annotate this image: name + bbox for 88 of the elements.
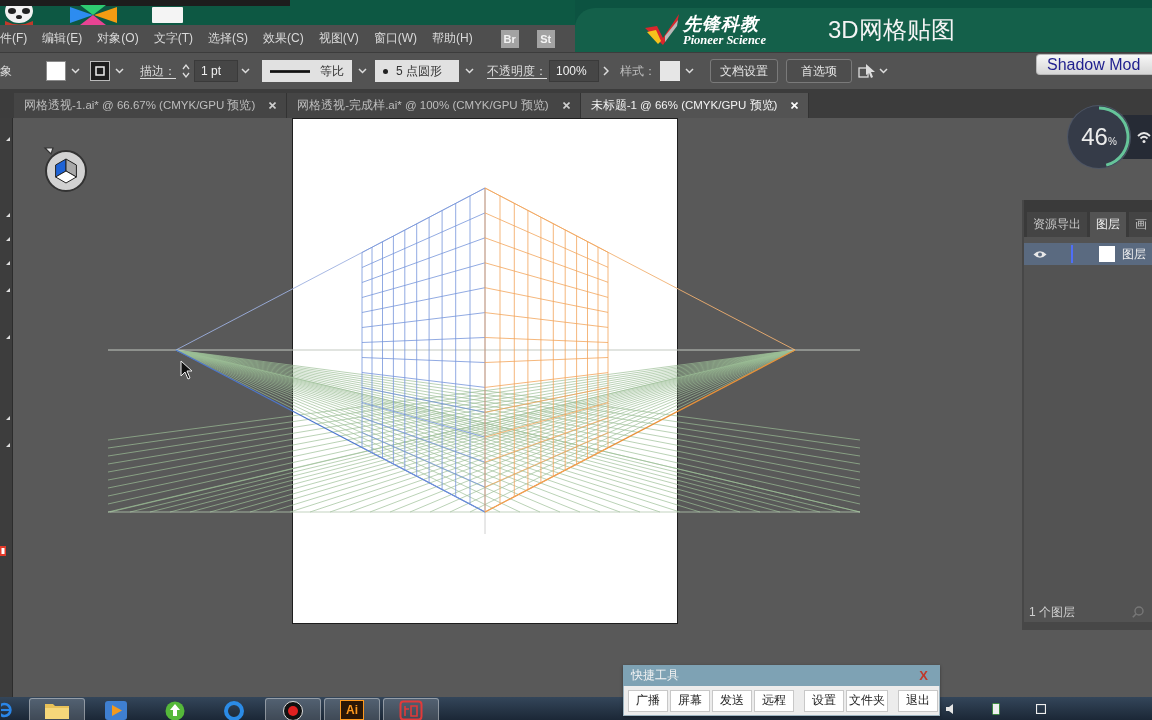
close-icon[interactable] <box>269 102 277 109</box>
chevron-right-icon[interactable] <box>603 66 609 76</box>
wifi-icon <box>1137 131 1151 143</box>
arrange-icon[interactable] <box>858 63 876 79</box>
menu-item[interactable]: 窗口(W) <box>373 30 417 47</box>
triangle-icon[interactable] <box>6 137 10 141</box>
banner-title: 3D网格贴图 <box>827 15 955 45</box>
tool-button[interactable]: 远程 <box>754 689 794 712</box>
speaker-icon[interactable] <box>946 703 956 714</box>
toolbar-button[interactable]: 首选项 <box>786 59 852 83</box>
document-tab[interactable]: 未标题-1 @ 66% (CMYK/GPU 预览) <box>580 93 810 118</box>
opacity-label[interactable]: 不透明度： <box>487 62 547 80</box>
caret-icon[interactable] <box>115 68 124 74</box>
ring-icon <box>223 700 245 720</box>
document-tab[interactable]: 网格透视-完成样.ai* @ 100% (CMYK/GPU 预览) <box>287 93 581 118</box>
seal-icon <box>399 700 423 720</box>
stroke-swatch[interactable] <box>90 61 110 81</box>
panel-tab[interactable]: 资源导出 <box>1027 212 1087 237</box>
tile-icon[interactable] <box>152 7 183 23</box>
taskbar-button[interactable] <box>265 698 321 720</box>
triangle-icon[interactable] <box>6 335 10 339</box>
fill-swatch[interactable] <box>46 61 66 81</box>
style-label: 样式： <box>620 62 656 80</box>
browser-icon <box>1 700 13 720</box>
app-icon: Ai <box>340 700 364 720</box>
brush-dropdown[interactable]: 5 点圆形 <box>375 60 459 82</box>
menu-item[interactable]: 文字(T) <box>153 30 193 47</box>
caret-icon[interactable] <box>71 68 80 74</box>
opacity-field[interactable]: 100% <box>549 60 599 82</box>
menu-item[interactable]: 效果(C) <box>263 30 304 47</box>
triangle-icon[interactable] <box>6 416 10 420</box>
menu-item[interactable]: 视图(V) <box>318 30 359 47</box>
window-title: 快捷工具 <box>631 667 679 684</box>
gauge-unit: % <box>1107 135 1117 147</box>
close-icon[interactable] <box>562 102 570 109</box>
tool-button[interactable]: 屏幕 <box>670 689 710 712</box>
eye-icon[interactable] <box>1033 249 1047 259</box>
tool-button[interactable]: 设置 <box>804 689 844 712</box>
caret-icon[interactable] <box>879 68 888 74</box>
menu-item[interactable]: 对象(O) <box>97 30 139 47</box>
triangle-icon[interactable] <box>6 443 10 447</box>
triangle-icon[interactable] <box>6 261 10 265</box>
selection-label: 象 <box>0 62 12 80</box>
style-swatch[interactable] <box>660 61 680 81</box>
cube-widget-icon[interactable] <box>42 145 88 193</box>
mode-button[interactable]: Shadow Mod <box>1036 54 1152 75</box>
menu-item[interactable]: 件(F) <box>0 30 28 47</box>
stroke-profile-dropdown[interactable]: 等比 <box>262 60 352 82</box>
phone-icon[interactable] <box>992 702 1000 715</box>
triangle-icon[interactable] <box>6 237 10 241</box>
brand-tagline: Pioneer Science <box>683 33 766 47</box>
swatch-icon[interactable] <box>0 546 6 556</box>
tool-button[interactable]: 广播 <box>628 689 668 712</box>
layer-count: 1 个图层 <box>1029 603 1075 621</box>
panel-tab[interactable]: 图层 <box>1090 212 1126 237</box>
window-icon[interactable] <box>1036 703 1046 714</box>
check-logo-icon <box>645 14 681 46</box>
triangle-icon[interactable] <box>6 288 10 292</box>
caret-icon[interactable] <box>358 68 367 74</box>
spinner-icon[interactable] <box>182 63 190 79</box>
triangle-icon[interactable] <box>6 213 10 217</box>
x-logo-icon[interactable] <box>70 5 117 25</box>
stroke-weight-field[interactable]: 1 pt <box>194 60 238 82</box>
menu-item[interactable]: 选择(S) <box>208 30 248 47</box>
tool-button[interactable]: 发送 <box>712 689 752 712</box>
cursor-icon <box>180 360 193 380</box>
caret-icon[interactable] <box>685 68 694 74</box>
taskbar-button[interactable] <box>29 698 85 720</box>
dot-icon <box>383 68 388 74</box>
tool-button[interactable]: 退出 <box>898 689 938 712</box>
gauge-value: 46 <box>1081 125 1108 149</box>
toolbar-button[interactable]: 文档设置 <box>710 59 778 83</box>
layer-name: 图层 <box>1122 245 1146 263</box>
stroke-line-icon <box>270 69 310 73</box>
caret-icon[interactable] <box>241 68 250 74</box>
menu-item[interactable]: 编辑(E) <box>42 30 83 47</box>
document-tab[interactable]: 网格透视-1.ai* @ 66.67% (CMYK/GPU 预览) <box>14 93 288 118</box>
brand-name: 先锋科教 <box>683 13 761 34</box>
tool-button[interactable]: 文件夹 <box>846 689 888 712</box>
taskbar-button[interactable]: Ai <box>324 698 380 720</box>
caret-icon[interactable] <box>465 68 474 74</box>
record-icon <box>282 700 304 720</box>
play-icon <box>104 700 128 720</box>
layer-thumbnail <box>1099 246 1115 262</box>
layer-row[interactable]: 图层 <box>1024 243 1152 265</box>
panel-tab[interactable]: 画 <box>1129 212 1152 237</box>
stroke-label[interactable]: 描边： <box>140 62 176 80</box>
menu-item[interactable]: 帮助(H) <box>432 30 473 47</box>
